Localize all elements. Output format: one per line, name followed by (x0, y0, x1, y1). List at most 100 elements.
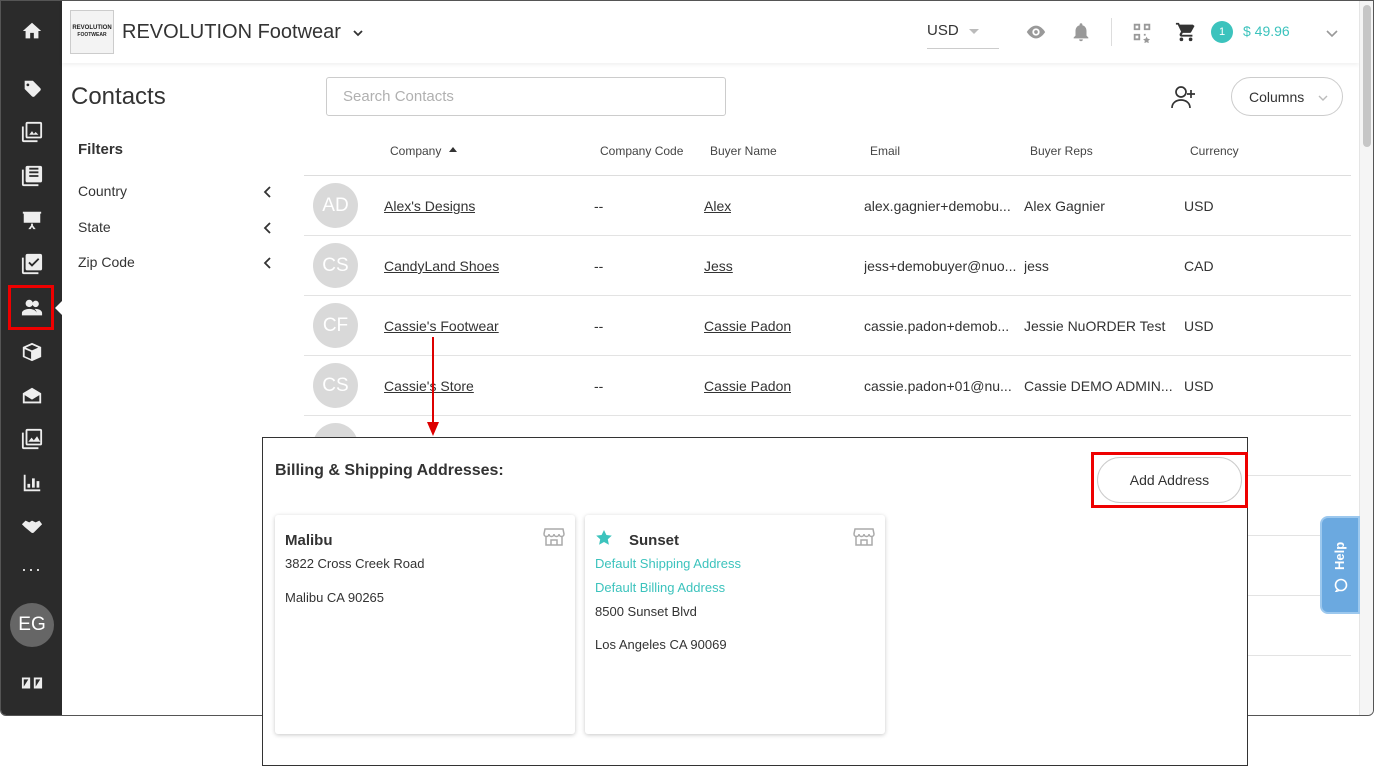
search-contacts-input[interactable] (326, 77, 726, 116)
image-gallery-icon (21, 121, 42, 143)
address-street: 8500 Sunset Blvd (595, 604, 697, 619)
sidebar-item-reports[interactable] (1, 463, 62, 503)
email: jess+demobuyer@nuo... (864, 258, 1016, 274)
buyer-reps: jess (1024, 258, 1049, 274)
table-row[interactable]: CS CandyLand Shoes -- Jess jess+demobuye… (304, 236, 1351, 296)
address-name: Malibu (285, 532, 333, 549)
company-code: -- (594, 318, 604, 334)
envelope-icon (22, 387, 41, 404)
sidebar-item-nuorder[interactable] (1, 663, 62, 703)
column-header-currency[interactable]: Currency (1190, 144, 1239, 158)
company-link[interactable]: Cassie's Store (384, 378, 474, 394)
table-row[interactable]: AD Alex's Designs -- Alex alex.gagnier+d… (304, 176, 1351, 236)
addresses-title: Billing & Shipping Addresses: (275, 462, 504, 479)
company-avatar: CS (313, 363, 358, 408)
preview-eye-icon[interactable] (1025, 21, 1047, 43)
qr-favorites-icon[interactable] (1131, 21, 1153, 44)
table-row[interactable]: CS Cassie's Store -- Cassie Padon cassie… (304, 356, 1351, 416)
sidebar-item-orders[interactable] (1, 244, 62, 284)
user-avatar[interactable]: EG (10, 603, 54, 647)
sidebar-item-home[interactable] (1, 11, 62, 51)
address-card-sunset[interactable]: Sunset Default Shipping Address Default … (585, 515, 885, 734)
column-header-company[interactable]: Company (390, 144, 458, 158)
company-link[interactable]: Alex's Designs (384, 198, 475, 214)
buyer-name-link[interactable]: Jess (704, 258, 733, 274)
add-address-button[interactable]: Add Address (1097, 457, 1242, 503)
sidebar-item-partners[interactable] (1, 507, 62, 547)
cart-total[interactable]: $ 49.96 (1243, 23, 1290, 39)
company-link[interactable]: Cassie's Footwear (384, 318, 499, 334)
sidebar-item-presentations[interactable] (1, 200, 62, 240)
company-avatar: AD (313, 183, 358, 228)
add-contact-button[interactable] (1169, 84, 1197, 110)
email: alex.gagnier+demobu... (864, 198, 1011, 214)
chat-bubble-icon (1334, 578, 1348, 592)
handshake-icon (21, 520, 42, 534)
store-icon[interactable] (853, 527, 875, 547)
currency-select[interactable]: USD (927, 17, 999, 49)
help-label: Help (1332, 541, 1347, 570)
column-header-buyer-reps[interactable]: Buyer Reps (1030, 144, 1093, 158)
brand-logo: REVOLUTION FOOTWEAR (70, 10, 114, 54)
sidebar: ··· EG (1, 1, 63, 715)
buyer-name-link[interactable]: Cassie Padon (704, 378, 791, 394)
address-card-malibu[interactable]: Malibu 3822 Cross Creek Road Malibu CA 9… (275, 515, 575, 734)
filter-zip-code[interactable]: Zip Code (78, 254, 275, 276)
annotation-arrow-line (432, 337, 434, 423)
sidebar-item-linesheets[interactable] (1, 156, 62, 196)
add-user-icon (1171, 86, 1195, 109)
currency: CAD (1184, 258, 1214, 274)
top-header: REVOLUTION FOOTWEAR REVOLUTION Footwear … (62, 1, 1359, 63)
help-tab[interactable]: Help (1320, 516, 1360, 614)
home-icon (22, 22, 41, 39)
email: cassie.padon+01@nu... (864, 378, 1012, 394)
address-name: Sunset (629, 532, 680, 549)
filter-country[interactable]: Country (78, 183, 275, 205)
star-default-icon (596, 530, 612, 545)
sidebar-item-messages[interactable] (1, 376, 62, 416)
chevron-left-icon (263, 257, 271, 269)
filters-title: Filters (78, 141, 124, 158)
buyer-name-link[interactable]: Alex (704, 198, 731, 214)
column-header-company-code[interactable]: Company Code (600, 144, 683, 158)
sort-ascending-icon (449, 147, 458, 153)
brand-selector[interactable]: REVOLUTION Footwear (122, 21, 363, 44)
sidebar-item-media[interactable] (1, 419, 62, 459)
caret-down-icon (969, 29, 979, 34)
company-link[interactable]: CandyLand Shoes (384, 258, 499, 274)
table-row[interactable]: CF Cassie's Footwear -- Cassie Padon cas… (304, 296, 1351, 356)
column-header-email[interactable]: Email (870, 144, 900, 158)
page-scrollbar[interactable] (1359, 1, 1373, 715)
default-billing-label: Default Billing Address (595, 580, 726, 595)
company-avatar: CF (313, 303, 358, 348)
photo-icon (21, 428, 42, 450)
cart-icon[interactable] (1175, 21, 1197, 43)
store-icon[interactable] (543, 527, 565, 547)
column-header-buyer-name[interactable]: Buyer Name (710, 144, 777, 158)
address-city: Los Angeles CA 90069 (595, 637, 727, 652)
bar-chart-icon (23, 474, 40, 492)
scroll-thumb[interactable] (1363, 5, 1371, 147)
chevron-down-icon (1318, 95, 1328, 101)
account-chevron-down-icon[interactable] (1326, 27, 1338, 39)
columns-button[interactable]: Columns (1231, 77, 1343, 116)
nuorder-logo-icon (21, 677, 42, 689)
buyer-name-link[interactable]: Cassie Padon (704, 318, 791, 334)
currency: USD (1184, 378, 1214, 394)
sidebar-item-tags[interactable] (1, 69, 62, 109)
sidebar-item-inventory[interactable] (1, 332, 62, 372)
checklist-icon (21, 253, 42, 275)
cart-count-badge: 1 (1211, 21, 1233, 43)
address-city: Malibu CA 90265 (285, 590, 385, 605)
page-title: Contacts (71, 83, 166, 110)
bell-icon[interactable] (1070, 21, 1092, 43)
chevron-left-icon (263, 222, 271, 234)
company-code: -- (594, 378, 604, 394)
sidebar-more-icon[interactable]: ··· (1, 559, 62, 580)
currency: USD (1184, 198, 1214, 214)
tag-icon (24, 80, 41, 97)
filter-state[interactable]: State (78, 219, 275, 241)
billing-shipping-addresses-panel: Billing & Shipping Addresses: Add Addres… (262, 437, 1248, 766)
company-avatar: CS (313, 243, 358, 288)
sidebar-item-catalog[interactable] (1, 112, 62, 152)
